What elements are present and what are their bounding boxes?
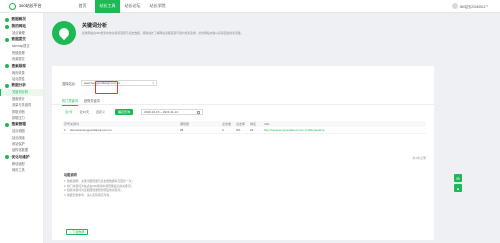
chat-icon: ✉ <box>456 175 460 181</box>
sidebar-group-search-display[interactable]: 搜索展现 <box>0 63 43 70</box>
download-data-button[interactable]: ⤓ 下载数据 <box>66 229 89 235</box>
home-icon <box>5 17 9 22</box>
cell-ctr: 0% <box>236 128 241 132</box>
date-range-picker[interactable]: 2020-10-15 ~ 2020-11-13 <box>141 109 204 115</box>
date-range-value: 2020-10-15 ~ 2020-11-13 <box>144 110 178 114</box>
user-menu[interactable]: 360站长20240512 ▾ <box>451 3 488 9</box>
table-row: 1 site:www.fengyundianqi.com.cn 28 0 0% … <box>62 127 426 134</box>
sidebar-group-label: 数据提交 <box>11 37 26 42</box>
period-custom[interactable]: 自定义 <box>95 109 106 115</box>
arrow-up-icon: ▲ <box>456 185 460 191</box>
settings-icon <box>5 122 9 127</box>
logo-icon <box>9 2 16 10</box>
chevron-down-icon: ▾ <box>152 81 154 85</box>
sidebar-group-my-site[interactable]: 我的网站 <box>0 23 43 30</box>
sidebar-group-label: 数据分析 <box>11 83 26 88</box>
cell-impressions: 28 <box>180 128 184 132</box>
sidebar-group-optimization[interactable]: 优化与维护 <box>0 154 43 161</box>
cell-clicks: 0 <box>222 128 224 132</box>
table-record-count: 共1条记录 <box>412 156 426 160</box>
chart-icon <box>5 83 9 88</box>
page-header: 关键词分析 提供网站在360搜索中的关键词展现与点击数据，帮助站长了解网站流量来… <box>52 18 314 55</box>
page-title: 关键词分析 <box>82 23 108 29</box>
feedback-float-button[interactable]: ✉ <box>454 174 462 182</box>
sidebar-group-label: 数据概况 <box>11 17 26 21</box>
top-bar: 360站长平台 首页 站长工具 站长论坛 站长学院 360站长20240512 … <box>0 0 500 13</box>
keyword-table: 序号 关键词 展现量 点击量 点击率 排名 URL 1 site:www.fen… <box>62 121 426 134</box>
col-index: 序号 <box>64 122 71 126</box>
period-30-days[interactable]: 近30天 <box>79 109 90 115</box>
period-selector: 近7天 近30天 自定义 <box>64 109 111 115</box>
main-content: 关键词分析 提供网站在360搜索中的关键词展现与点击数据，帮助站长了解网站流量来… <box>44 13 500 243</box>
cell-rank: 24 <box>250 128 254 132</box>
search-icon <box>5 64 9 69</box>
avatar <box>451 3 458 9</box>
page-description: 提供网站在360搜索中的关键词展现与点击数据，帮助站长了解网站流量来源与用户搜索… <box>82 31 244 35</box>
logo[interactable]: 360站长平台 <box>0 2 70 10</box>
col-ctr[interactable]: 点击率 <box>236 122 250 126</box>
site-select[interactable]: www.fengyundianqi.com.cn ▾ <box>80 80 157 86</box>
globe-icon <box>5 24 9 29</box>
user-name: 360站长20240512 <box>459 4 486 9</box>
filter-bar: 近7天 近30天 自定义 确定查询 2020-10-15 ~ 2020-11-1… <box>64 109 204 115</box>
period-7-days[interactable]: 近7天 <box>64 109 74 115</box>
upload-icon <box>5 37 9 42</box>
sidebar-group-overview[interactable]: 数据概况 <box>0 16 43 23</box>
col-keyword: 关键词 <box>70 122 80 126</box>
col-rank[interactable]: 排名 <box>250 122 264 126</box>
col-clicks[interactable]: 点击量 <box>222 122 236 126</box>
sidebar-group-label: 我的网站 <box>11 24 26 28</box>
note-item: 4. 数据仅供参考，请以实际情况为准。 <box>64 192 112 197</box>
topnav-academy[interactable]: 站长学院 <box>145 0 170 13</box>
query-button[interactable]: 确定查询 <box>115 109 134 115</box>
sidebar-group-label: 搜索展现 <box>11 63 26 68</box>
tabs-divider <box>52 104 434 105</box>
cell-url-link[interactable]: http://www.fengyundianqi.com.cn/list/xia… <box>264 128 426 132</box>
topnav-tools[interactable]: 站长工具 <box>95 0 120 13</box>
sidebar-item-web-tools[interactable]: 网页工具 <box>0 167 43 173</box>
site-select-label: 选择站点： <box>62 81 78 86</box>
col-url: URL <box>264 122 271 126</box>
sidebar: 数据概况 我的网站 站点管理 数据提交 sitemap提交 死链处理 资源提交 … <box>0 13 44 243</box>
tab-highlight-box <box>95 81 118 94</box>
notes-title: 功能说明 <box>64 173 77 177</box>
download-button-label: 下载数据 <box>72 230 85 234</box>
scroll-top-float-button[interactable]: ▲ <box>454 184 462 192</box>
topnav-home[interactable]: 首页 <box>70 0 95 13</box>
sidebar-group-label: 优化与维护 <box>11 154 30 159</box>
cell-keyword: site:www.fengyundianqi.com.cn <box>70 128 112 132</box>
wrench-icon <box>5 155 9 160</box>
keyword-analysis-icon <box>52 21 76 45</box>
calendar-icon <box>197 110 201 114</box>
help-notes: 功能说明 1. 数据说明：关键词展现量与点击量数据每天更新一次； 2. 热门关键… <box>64 172 324 197</box>
topnav-forum[interactable]: 站长论坛 <box>120 0 145 13</box>
sidebar-group-data-analysis[interactable]: 数据分析 <box>0 82 43 89</box>
cell-index: 1 <box>64 128 66 132</box>
logo-text: 360站长平台 <box>19 3 42 8</box>
sidebar-group-search-management[interactable]: 搜索管理 <box>0 121 43 128</box>
col-impressions[interactable]: 展现量 <box>180 122 222 126</box>
chevron-down-icon: ▾ <box>486 4 488 8</box>
sidebar-group-data-submit[interactable]: 数据提交 <box>0 36 43 43</box>
sidebar-group-label: 搜索管理 <box>11 122 26 127</box>
top-nav: 首页 站长工具 站长论坛 站长学院 <box>70 0 170 13</box>
